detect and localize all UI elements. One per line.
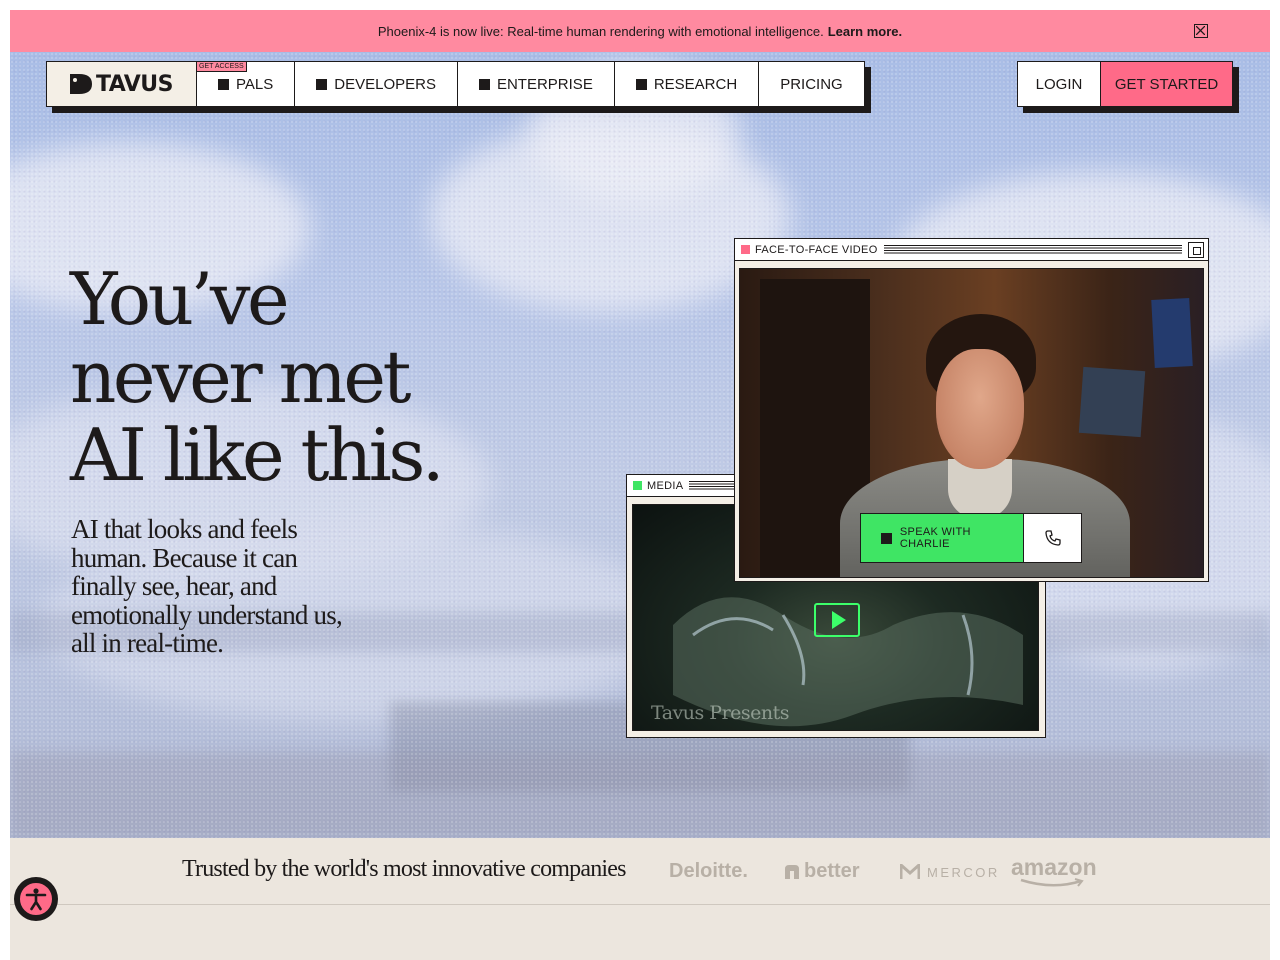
nav-item-developers[interactable]: DEVELOPERS [295,62,458,106]
media-window-title: MEDIA [647,479,684,492]
logo-text: TAVUS [95,71,174,97]
maximize-icon[interactable] [1188,241,1204,258]
nav-item-label: RESEARCH [653,75,738,93]
status-dot [633,481,642,490]
f2f-window-titlebar: FACE-TO-FACE VIDEO [735,239,1208,261]
tavus-logo-icon [69,74,92,94]
better-text: better [804,860,860,882]
nav-item-pricing[interactable]: PRICING [759,62,864,106]
hero-headline: You’ve never met AI like this. [70,260,470,494]
speak-label: SPEAK WITH CHARLIE [899,526,971,550]
trusted-by-section: Trusted by the world's most innovative c… [10,838,1270,960]
nav-item-label: PALS [236,75,274,93]
square-bullet-icon [635,78,647,90]
deloitte-logo: Deloitte. [669,860,748,882]
mercor-mark-icon [900,864,920,879]
speak-with-charlie-button[interactable]: SPEAK WITH CHARLIE [861,514,1024,562]
close-x-icon [1196,26,1205,35]
video-caption: Tavus Presents [651,702,790,724]
f2f-window-title: FACE-TO-FACE VIDEO [755,243,878,256]
subheadline-line: emotionally understand us, [71,599,343,630]
subheadline-line: finally see, hear, and [71,571,277,601]
speak-control: SPEAK WITH CHARLIE [860,513,1082,563]
trusted-by-label: Trusted by the world's most innovative c… [182,856,626,882]
subheadline-line: AI that looks and feels [71,514,298,544]
square-bullet-icon [218,78,229,90]
auth-buttons: LOGIN GET STARTED [1017,61,1233,107]
phone-call-button[interactable] [1024,514,1081,562]
headline-line: never met [70,335,411,419]
subheadline-line: all in real-time. [71,628,224,658]
status-dot [741,245,750,254]
nav-item-label: ENTERPRISE [496,75,593,93]
divider [10,904,1270,905]
accessibility-icon [18,881,54,917]
get-access-badge: GET ACCESS [196,61,247,72]
square-bullet-icon [316,78,328,90]
hero-subheadline: AI that looks and feels human. Because i… [71,515,391,658]
better-logo: better [783,860,860,883]
announcement-banner: Phoenix-4 is now live: Real-time human r… [10,10,1270,52]
square-bullet-icon [881,532,892,544]
page-frame: Phoenix-4 is now live: Real-time human r… [10,10,1270,960]
nav-item-pals[interactable]: GET ACCESS PALS [196,61,296,106]
accessibility-button[interactable] [14,877,58,921]
close-banner-button[interactable] [1194,24,1208,38]
titlebar-stripes [883,244,1182,255]
headline-line: You’ve [70,257,290,341]
main-nav: TAVUS GET ACCESS PALS DEVELOPERS ENTERPR… [46,61,865,107]
tavus-logo[interactable]: TAVUS [47,62,197,106]
mercor-logo: MERCOR [900,864,1000,880]
subheadline-line: human. Because it can [71,542,298,573]
banner-message: Phoenix-4 is now live: Real-time human r… [377,23,824,39]
phone-icon [1044,530,1061,546]
better-mark-icon [785,864,799,879]
learn-more-link[interactable]: Learn more. [828,24,902,39]
login-button[interactable]: LOGIN [1018,62,1101,106]
play-icon[interactable] [814,603,860,637]
amazon-logo: amazon [1011,854,1097,887]
nav-item-label: PRICING [780,75,843,93]
nav-item-research[interactable]: RESEARCH [614,62,760,106]
amazon-smile-icon [1020,878,1084,887]
headline-line: AI like this. [70,413,445,497]
get-started-button[interactable]: GET STARTED [1101,62,1232,106]
mercor-text: MERCOR [927,864,1000,880]
amazon-text: amazon [1011,854,1097,880]
square-bullet-icon [478,78,490,90]
nav-item-enterprise[interactable]: ENTERPRISE [457,62,615,106]
nav-item-label: DEVELOPERS [334,75,436,93]
